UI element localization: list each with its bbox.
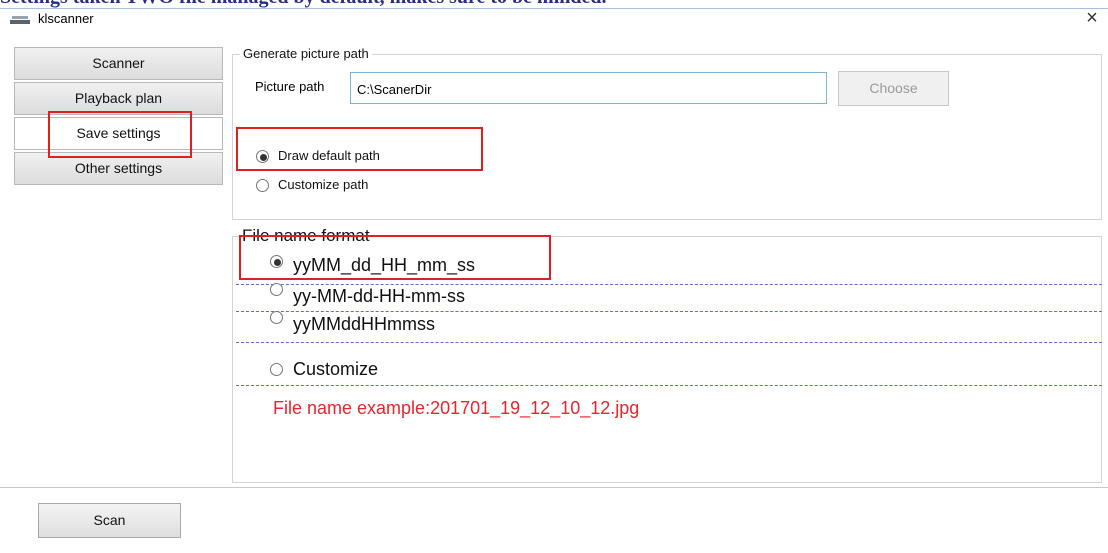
picture-path-legend: Generate picture path bbox=[240, 46, 372, 61]
highlight-save-settings bbox=[48, 111, 192, 158]
choose-button[interactable]: Choose bbox=[838, 71, 949, 106]
picture-path-input[interactable] bbox=[350, 72, 827, 104]
picture-path-label: Picture path bbox=[255, 79, 325, 94]
scan-button[interactable]: Scan bbox=[38, 503, 181, 538]
window-title: klscanner bbox=[38, 11, 94, 26]
format-yy-dash-radio[interactable] bbox=[270, 283, 283, 296]
divider bbox=[236, 311, 1102, 312]
customize-path-radio[interactable] bbox=[256, 179, 269, 192]
sidebar-item-scanner[interactable]: Scanner bbox=[14, 47, 223, 80]
app-icon bbox=[10, 14, 30, 26]
customize-path-label: Customize path bbox=[278, 177, 369, 192]
format-compact-radio[interactable] bbox=[270, 311, 283, 324]
format-compact-label: yyMMddHHmmss bbox=[293, 314, 435, 334]
title-bar bbox=[0, 8, 1108, 44]
close-icon[interactable]: × bbox=[1080, 6, 1104, 30]
divider bbox=[236, 284, 1102, 285]
divider bbox=[236, 385, 1102, 386]
footer-divider bbox=[0, 487, 1108, 488]
divider bbox=[236, 342, 1102, 343]
highlight-file-name-format bbox=[239, 235, 551, 280]
format-customize-label: Customize bbox=[293, 359, 379, 379]
highlight-default-path bbox=[236, 127, 483, 171]
file-name-example: File name example:201701_19_12_10_12.jpg bbox=[273, 398, 640, 418]
format-yy-dash-label: yy-MM-dd-HH-mm-ss bbox=[293, 286, 465, 306]
format-customize-radio[interactable] bbox=[270, 363, 283, 376]
